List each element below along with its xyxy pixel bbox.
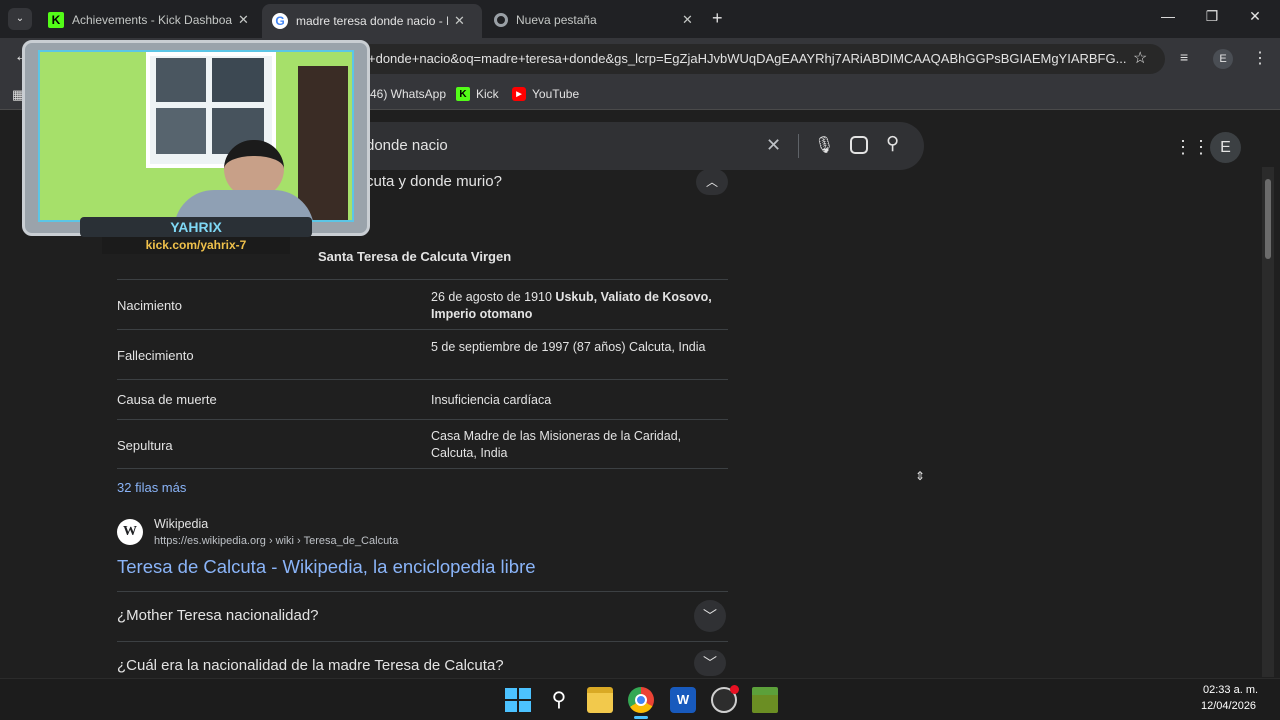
row-value: 5 de septiembre de 1997 (87 años) Calcut…	[431, 340, 706, 354]
tab-strip: ⌄ K Achievements - Kick Dashboard ✕ G ma…	[0, 0, 1280, 38]
row-value: 26 de agosto de 1910 Uskub, Valiato de K…	[431, 289, 721, 323]
table-row: Causa de muerte Insuficiencia cardíaca	[117, 379, 728, 419]
account-letter: E	[1220, 139, 1231, 156]
search-icon[interactable]: ⚲	[546, 687, 572, 713]
source-url[interactable]: https://es.wikipedia.org › wiki › Teresa…	[154, 535, 398, 547]
scrollbar-track[interactable]	[1262, 167, 1274, 677]
tab-new-tab[interactable]: Nueva pestaña ✕	[484, 6, 706, 34]
source-site-name: Wikipedia	[154, 517, 209, 531]
wikipedia-icon: W	[117, 519, 143, 545]
wikipedia-letter: W	[123, 524, 137, 539]
faq-item[interactable]: ¿Cuál era la nacionalidad de la madre Te…	[117, 641, 728, 678]
menu-icon[interactable]: ⋮	[1252, 48, 1268, 68]
media-controls-icon[interactable]: ≡	[1180, 49, 1188, 65]
row-label: Nacimiento	[117, 298, 183, 313]
bookmark-kick[interactable]: K Kick	[456, 87, 499, 101]
tab-search-button[interactable]: ⌄	[8, 8, 32, 30]
windows-taskbar: ⚲ W 02:33 a. m. 12/04/2026	[0, 678, 1280, 720]
tab-title: Achievements - Kick Dashboard	[72, 13, 232, 27]
bookmark-youtube[interactable]: ▶ YouTube	[512, 87, 579, 101]
collapse-chevron-icon[interactable]: ︿	[696, 169, 728, 195]
word-icon[interactable]: W	[670, 687, 696, 713]
door-shape	[298, 66, 348, 220]
table-row: Sepultura Casa Madre de las Misioneras d…	[117, 419, 728, 469]
tab-kick-dashboard[interactable]: K Achievements - Kick Dashboard ✕	[38, 6, 260, 34]
row-value: Casa Madre de las Misioneras de la Carid…	[431, 429, 682, 460]
result-title-link[interactable]: Teresa de Calcuta - Wikipedia, la encicl…	[117, 556, 536, 578]
chrome-icon[interactable]	[628, 687, 654, 713]
profile-letter: E	[1219, 53, 1227, 65]
notification-dot	[730, 685, 739, 694]
search-query: donde nacio	[366, 137, 448, 154]
chevron-down-icon[interactable]: ﹀	[694, 650, 726, 676]
row-label: Fallecimiento	[117, 348, 194, 363]
close-tab-icon[interactable]: ✕	[682, 12, 693, 28]
bookmark-star-icon[interactable]: ☆	[1133, 48, 1147, 68]
faq-item[interactable]: ¿Mother Teresa nacionalidad? ﹀	[117, 591, 728, 641]
table-row: Fallecimiento 5 de septiembre de 1997 (8…	[117, 329, 728, 379]
minecraft-icon[interactable]	[752, 687, 778, 713]
minimize-button[interactable]: —	[1158, 8, 1178, 24]
row-value-plain: 26 de agosto de 1910	[431, 290, 556, 304]
tab-title: Nueva pestaña	[516, 13, 597, 27]
bookmark-label: Kick	[476, 87, 499, 101]
restore-button[interactable]: ❐	[1202, 8, 1222, 25]
chevron-down-icon[interactable]: ﹀	[694, 600, 726, 632]
question-text: cuta y donde murio?	[366, 173, 502, 190]
row-value: Insuficiencia cardíaca	[431, 393, 552, 407]
search-box[interactable]: donde nacio ✕ 🎙 ⚲	[300, 122, 924, 170]
webcam-overlay: YAHRIX kick.com/yahrix-7	[22, 40, 370, 254]
obs-icon[interactable]	[711, 685, 739, 713]
chrome-icon	[494, 13, 508, 27]
faq-question: ¿Cuál era la nacionalidad de la madre Te…	[117, 657, 504, 674]
clock-date[interactable]: 12/04/2026	[1201, 700, 1256, 712]
account-avatar[interactable]: E	[1210, 132, 1241, 163]
bookmark-label: YouTube	[532, 87, 580, 101]
address-bar-url: +donde+nacio&oq=madre+teresa+donde&gs_lc…	[368, 51, 1127, 66]
google-icon: G	[272, 13, 288, 29]
webcam-video	[38, 50, 354, 222]
file-explorer-icon[interactable]	[587, 687, 613, 713]
window-pane	[212, 58, 264, 102]
close-window-button[interactable]: ✕	[1245, 8, 1265, 25]
kick-icon: K	[456, 87, 470, 101]
divider	[798, 134, 799, 158]
bookmark-whatsapp[interactable]: (46) WhatsApp	[366, 87, 446, 101]
tab-google-search[interactable]: G madre teresa donde nacio - Bu ✕	[262, 4, 482, 38]
profile-avatar[interactable]: E	[1213, 49, 1233, 69]
window-pane	[156, 58, 206, 102]
youtube-icon: ▶	[512, 87, 526, 101]
windows-start-icon[interactable]	[504, 687, 531, 713]
bookmark-label: (46) WhatsApp	[366, 87, 447, 101]
tab-title: madre teresa donde nacio - Bu	[296, 14, 448, 28]
active-indicator	[634, 716, 648, 719]
clock-time[interactable]: 02:33 a. m.	[1203, 684, 1258, 696]
mouse-cursor-icon: ⇕	[915, 469, 926, 483]
lens-camera-icon[interactable]	[850, 136, 868, 154]
close-tab-icon[interactable]: ✕	[238, 12, 249, 28]
table-row: Nacimiento 26 de agosto de 1910 Uskub, V…	[117, 279, 728, 329]
more-rows-link[interactable]: 32 filas más	[117, 480, 186, 495]
question-header[interactable]: cuta y donde murio?	[366, 173, 502, 190]
kick-icon: K	[48, 12, 64, 28]
scrollbar-thumb[interactable]	[1265, 179, 1271, 259]
new-tab-button[interactable]: +	[712, 8, 723, 29]
row-label: Sepultura	[117, 438, 173, 453]
microphone-icon[interactable]: 🎙	[814, 135, 834, 155]
address-bar[interactable]: +donde+nacio&oq=madre+teresa+donde&gs_lc…	[300, 44, 1165, 74]
clear-icon[interactable]: ✕	[766, 135, 781, 156]
streamer-url: kick.com/yahrix-7	[102, 237, 290, 254]
window-pane	[156, 108, 206, 154]
streamer-name: YAHRIX	[80, 217, 312, 237]
close-tab-icon[interactable]: ✕	[454, 13, 465, 29]
search-icon[interactable]: ⚲	[886, 133, 899, 154]
row-label: Causa de muerte	[117, 392, 217, 407]
faq-question: ¿Mother Teresa nacionalidad?	[117, 607, 319, 624]
